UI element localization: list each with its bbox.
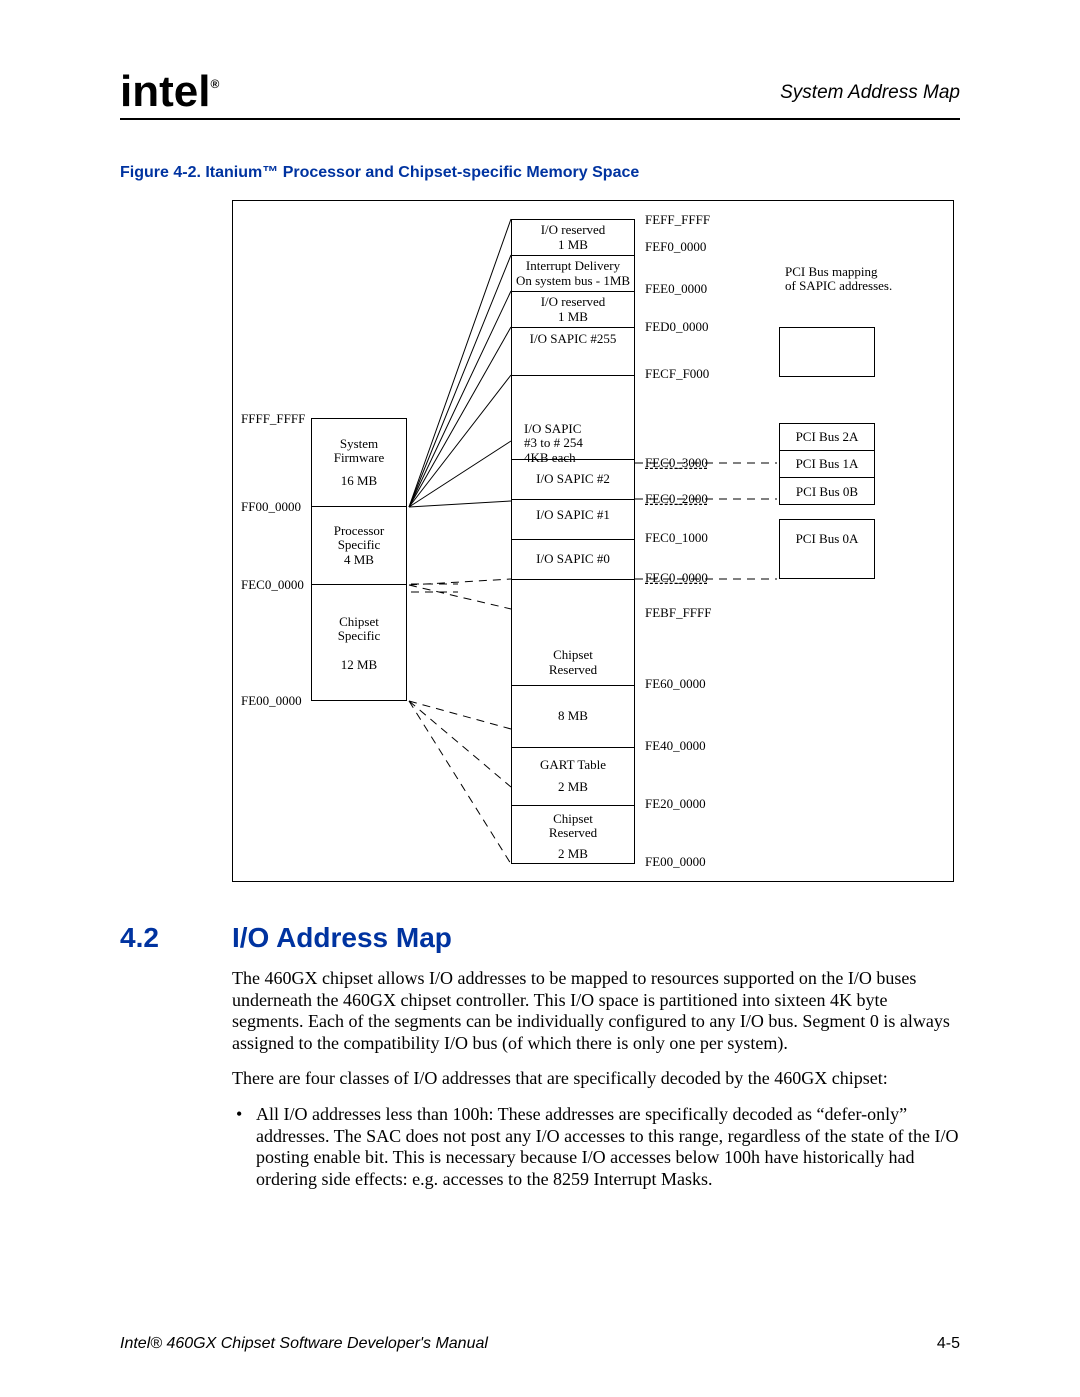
figure-memory-map: System Firmware 16 MB Processor Specific… [232, 200, 954, 882]
paragraph-2: There are four classes of I/O addresses … [232, 1068, 960, 1090]
figure-connector-lines [233, 201, 953, 881]
header-rule [120, 118, 960, 120]
body-text: The 460GX chipset allows I/O addresses t… [232, 968, 960, 1198]
section-number: 4.2 [120, 922, 232, 954]
registered-mark: ® [210, 77, 219, 91]
section-heading: 4.2I/O Address Map [120, 922, 452, 954]
paragraph-1: The 460GX chipset allows I/O addresses t… [232, 968, 960, 1054]
bullet-1: All I/O addresses less than 100h: These … [232, 1104, 960, 1190]
footer-left: Intel® 460GX Chipset Software Developer'… [120, 1335, 488, 1353]
figure-caption: Figure 4-2. Itanium™ Processor and Chips… [120, 164, 639, 182]
section-title: I/O Address Map [232, 922, 452, 953]
page-header-right: System Address Map [780, 82, 960, 104]
footer-right: 4-5 [937, 1335, 960, 1353]
